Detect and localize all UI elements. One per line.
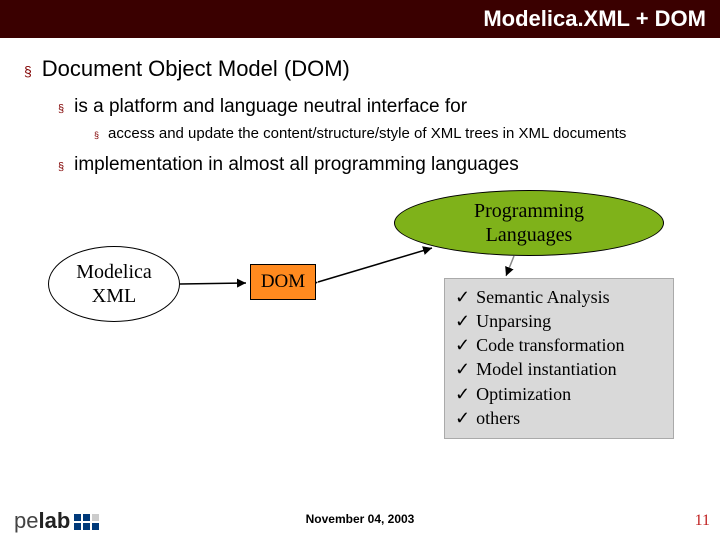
bullet-icon: §: [58, 103, 64, 115]
bullet-icon: §: [94, 130, 99, 142]
node-modelica-xml-label: Modelica XML: [76, 260, 152, 308]
list-item: ✓Unparsing: [455, 309, 663, 333]
node-dom-label: DOM: [261, 271, 305, 293]
heading-2b: § implementation in almost all programmi…: [58, 154, 696, 176]
heading-2b-text: implementation in almost all programming…: [74, 154, 519, 176]
check-icon: ✓: [455, 406, 470, 430]
bullet-icon: §: [58, 161, 64, 173]
heading-1-text: Document Object Model (DOM): [42, 56, 350, 82]
check-icon: ✓: [455, 333, 470, 357]
check-icon: ✓: [455, 382, 470, 406]
footer-date: November 04, 2003: [0, 512, 720, 526]
check-label: Model instantiation: [476, 357, 616, 381]
check-icon: ✓: [455, 357, 470, 381]
check-label: Optimization: [476, 382, 571, 406]
heading-2a-text: is a platform and language neutral inter…: [74, 96, 467, 118]
list-item: ✓Code transformation: [455, 333, 663, 357]
list-item: ✓Model instantiation: [455, 357, 663, 381]
check-icon: ✓: [455, 309, 470, 333]
title-bar: Modelica.XML + DOM: [0, 0, 720, 38]
footer: pelab November 04, 2003 11: [0, 508, 720, 534]
check-label: Unparsing: [476, 309, 551, 333]
bullet-icon: §: [24, 63, 32, 79]
slide-title: Modelica.XML + DOM: [483, 6, 706, 32]
list-item: ✓others: [455, 406, 663, 430]
page-number: 11: [695, 512, 710, 530]
heading-2a: § is a platform and language neutral int…: [58, 96, 696, 118]
node-dom: DOM: [250, 264, 316, 300]
check-label: others: [476, 406, 520, 430]
list-item: ✓Semantic Analysis: [455, 285, 663, 309]
node-modelica-xml: Modelica XML: [48, 246, 180, 322]
node-programming-languages: Programming Languages: [394, 190, 664, 256]
list-item: ✓Optimization: [455, 382, 663, 406]
heading-3a-text: access and update the content/structure/…: [108, 124, 626, 144]
node-proglang-label: Programming Languages: [474, 199, 584, 247]
check-label: Code transformation: [476, 333, 624, 357]
diagram: Modelica XML DOM Programming Languages ✓…: [24, 186, 696, 426]
check-icon: ✓: [455, 285, 470, 309]
check-label: Semantic Analysis: [476, 285, 610, 309]
heading-3a: § access and update the content/structur…: [94, 124, 674, 144]
checklist-box: ✓Semantic Analysis ✓Unparsing ✓Code tran…: [444, 278, 674, 440]
heading-1: § Document Object Model (DOM): [24, 56, 696, 82]
content-area: § Document Object Model (DOM) § is a pla…: [0, 38, 720, 426]
